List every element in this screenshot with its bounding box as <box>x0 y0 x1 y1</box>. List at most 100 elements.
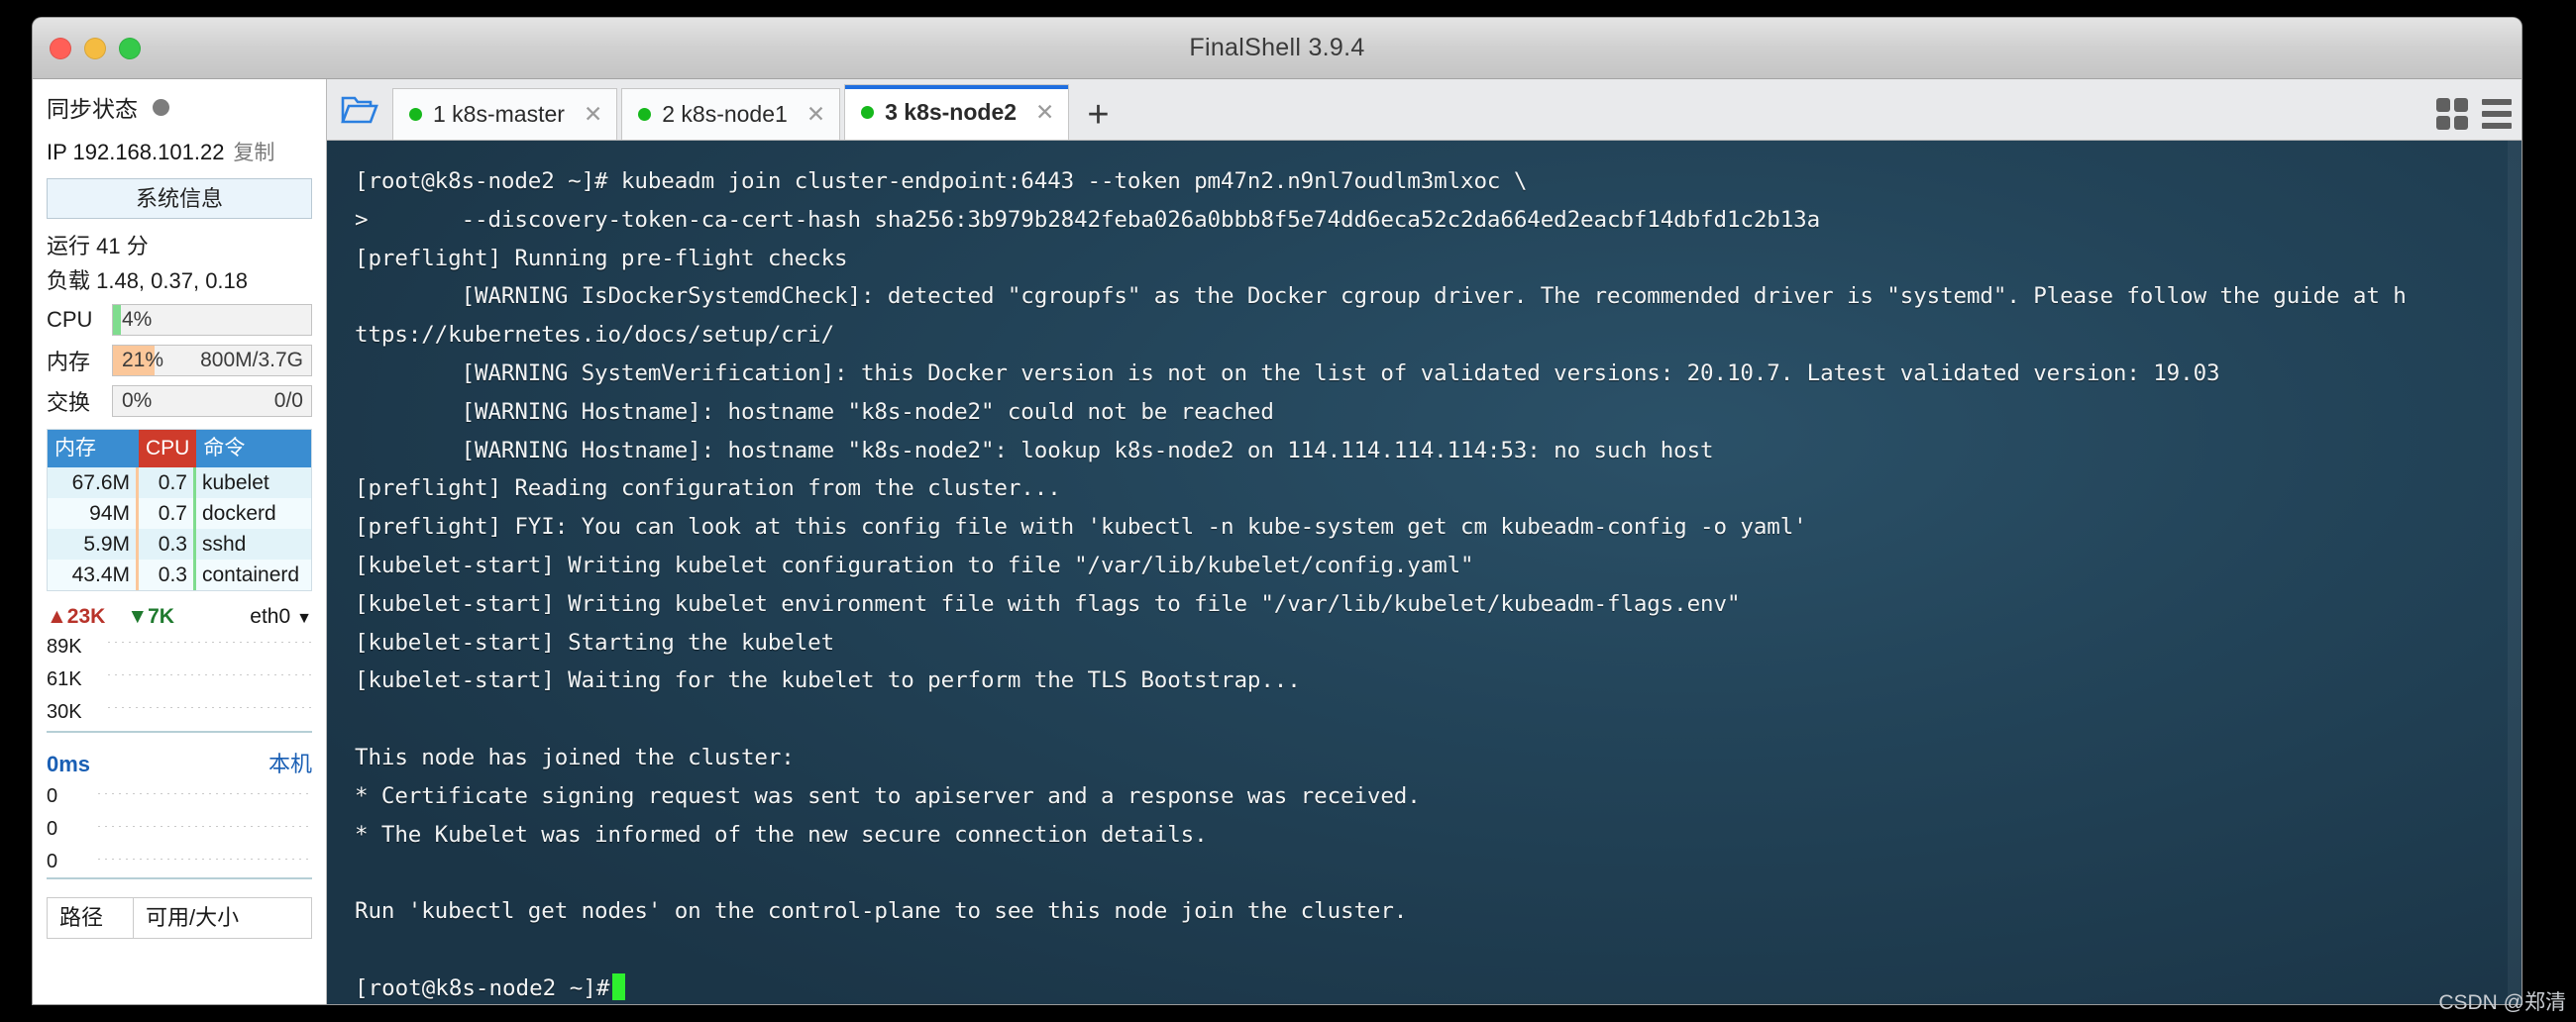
tab-bar-actions <box>2436 98 2512 130</box>
process-cpu-cell: 0.7 <box>139 498 196 529</box>
tab-list: 1 k8s-master ✕ 2 k8s-node1 ✕ 3 k8s-node2 ✕ <box>392 84 1073 140</box>
latency-target[interactable]: 本机 <box>268 747 312 778</box>
window-title: FinalShell 3.9.4 <box>1189 34 1365 61</box>
network-graph-bars <box>108 631 312 731</box>
tab-1-k8s-master[interactable]: 1 k8s-master ✕ <box>392 88 618 140</box>
open-folder-button[interactable] <box>327 80 392 140</box>
disk-header-size[interactable]: 可用/大小 <box>133 898 311 938</box>
memory-meter-row: 内存 21% 800M/3.7G <box>47 345 312 376</box>
copy-ip-button[interactable]: 复制 <box>233 137 274 166</box>
cpu-meter: 4% <box>112 304 312 336</box>
process-table-header: 内存 CPU 命令 <box>48 430 311 467</box>
ip-address-label: IP 192.168.101.22 <box>47 140 225 164</box>
tab-3-k8s-node2[interactable]: 3 k8s-node2 ✕ <box>844 84 1070 140</box>
tab-close-icon[interactable]: ✕ <box>1035 99 1054 126</box>
terminal-line: [kubelet-start] Waiting for the kubelet … <box>355 667 1301 694</box>
swap-meter-sub: 0/0 <box>273 389 303 412</box>
process-command-cell: kubelet <box>202 471 269 494</box>
process-command-cell: sshd <box>202 533 247 556</box>
title-bar: FinalShell 3.9.4 <box>33 18 2522 79</box>
tab-2-k8s-node1[interactable]: 2 k8s-node1 ✕ <box>621 88 841 140</box>
disk-header-path[interactable]: 路径 <box>48 898 133 938</box>
process-memory-cell: 67.6M <box>48 467 139 498</box>
latency-widget: 0ms 本机 0 0 0 <box>47 747 312 879</box>
latency-graph: 0 0 0 <box>47 780 312 879</box>
terminal-line: > --discovery-token-ca-cert-hash sha256:… <box>355 206 1821 233</box>
process-table-body: 67.6M 0.7 kubelet 94M 0.7 dockerd 5.9M 0.3 sshd 4… <box>48 467 311 590</box>
network-y-label-2: 30K <box>47 701 82 723</box>
cpu-meter-label: CPU <box>47 307 93 332</box>
network-header: ▲23K ▼7K eth0 ▼ <box>47 605 312 629</box>
application-window: FinalShell 3.9.4 同步状态 IP 192.168.101.22 … <box>33 18 2522 1004</box>
table-row[interactable]: 5.9M 0.3 sshd <box>48 529 311 560</box>
network-graph-y-labels: 89K 61K 30K <box>47 631 82 729</box>
uptime-label: 运行 41 分 <box>47 234 149 258</box>
latency-value: 0ms <box>47 752 91 776</box>
terminal-line: [kubelet-start] Writing kubelet environm… <box>355 590 1741 617</box>
network-upload-rate: ▲23K <box>47 605 106 628</box>
network-interface-selector[interactable]: eth0 ▼ <box>250 605 312 629</box>
terminal-line: [WARNING IsDockerSystemdCheck]: detected… <box>355 283 2407 310</box>
uptime-load-block: 运行 41 分 负载 1.48, 0.37, 0.18 <box>33 229 326 295</box>
process-memory-cell: 43.4M <box>48 560 139 590</box>
terminal-prompt: [root@k8s-node2 ~]# <box>355 974 610 1001</box>
terminal-line: [kubelet-start] Starting the kubelet <box>355 629 835 656</box>
tab-bar: 1 k8s-master ✕ 2 k8s-node1 ✕ 3 k8s-node2 ✕ + <box>327 79 2522 141</box>
terminal-scrollbar[interactable] <box>2508 141 2522 1004</box>
terminal-line: Run 'kubectl get nodes' on the control-p… <box>355 898 1408 925</box>
network-y-label-0: 89K <box>47 636 82 658</box>
latency-header: 0ms 本机 <box>47 747 312 778</box>
process-header-cpu[interactable]: CPU <box>139 430 197 467</box>
network-y-label-1: 61K <box>47 668 82 690</box>
terminal-line: * The Kubelet was informed of the new se… <box>355 821 1208 848</box>
process-cpu-cell: 0.7 <box>139 467 196 498</box>
menu-icon[interactable] <box>2482 99 2512 129</box>
grid-layout-icon[interactable] <box>2436 98 2468 130</box>
terminal-prompt-line: [root@k8s-node2 ~]# <box>327 970 2522 1004</box>
tab-label: 1 k8s-master <box>433 101 565 127</box>
tab-label: 2 k8s-node1 <box>662 101 788 127</box>
memory-meter-sub: 800M/3.7G <box>200 349 303 371</box>
terminal-line: [preflight] Reading configuration from t… <box>355 475 1061 502</box>
cpu-meter-row: CPU 4% <box>47 304 312 336</box>
sidebar: 同步状态 IP 192.168.101.22 复制 系统信息 运行 41 分 负… <box>33 79 327 1004</box>
swap-meter-label: 交换 <box>47 390 91 415</box>
process-memory-cell: 94M <box>48 498 139 529</box>
swap-meter-value: 0% <box>122 389 153 412</box>
table-row[interactable]: 43.4M 0.3 containerd <box>48 560 311 590</box>
process-command-cell: dockerd <box>202 502 276 525</box>
tab-close-icon[interactable]: ✕ <box>806 101 825 128</box>
terminal-line: [root@k8s-node2 ~]# kubeadm join cluster… <box>355 168 1528 194</box>
network-widget: ▲23K ▼7K eth0 ▼ 89K 61K 30K <box>47 605 312 733</box>
tab-status-icon <box>638 108 652 121</box>
sync-status-indicator-icon <box>153 98 169 116</box>
terminal-line: [preflight] FYI: You can look at this co… <box>355 514 1807 541</box>
process-header-memory[interactable]: 内存 <box>48 430 139 467</box>
memory-meter-value: 21% <box>122 349 164 371</box>
network-graph: 89K 61K 30K <box>47 631 312 733</box>
latency-y-label-1: 0 <box>47 818 58 840</box>
terminal-line: [preflight] Running pre-flight checks <box>355 245 848 271</box>
latency-y-label-2: 0 <box>47 851 58 872</box>
tab-status-icon <box>409 108 422 121</box>
cpu-meter-fill <box>113 305 121 335</box>
tab-status-icon <box>861 106 875 119</box>
ip-row: IP 192.168.101.22 复制 <box>33 137 326 166</box>
process-header-command[interactable]: 命令 <box>196 430 311 467</box>
table-row[interactable]: 94M 0.7 dockerd <box>48 498 311 529</box>
new-tab-button[interactable]: + <box>1073 96 1125 140</box>
tab-close-icon[interactable]: ✕ <box>584 101 602 128</box>
tab-label: 3 k8s-node2 <box>885 99 1018 125</box>
swap-meter: 0% 0/0 <box>112 385 312 417</box>
system-info-button[interactable]: 系统信息 <box>47 178 312 219</box>
terminal-panel[interactable]: [root@k8s-node2 ~]# kubeadm join cluster… <box>327 141 2522 1004</box>
table-row[interactable]: 67.6M 0.7 kubelet <box>48 467 311 498</box>
folder-icon <box>341 96 378 124</box>
process-cpu-cell: 0.3 <box>139 560 196 590</box>
terminal-line: [WARNING SystemVerification]: this Docke… <box>355 359 2220 386</box>
memory-meter: 21% 800M/3.7G <box>112 345 312 376</box>
process-table: 内存 CPU 命令 67.6M 0.7 kubelet 94M 0.7 dockerd 5.… <box>47 429 312 591</box>
terminal-output: [root@k8s-node2 ~]# kubeadm join cluster… <box>327 162 2522 970</box>
